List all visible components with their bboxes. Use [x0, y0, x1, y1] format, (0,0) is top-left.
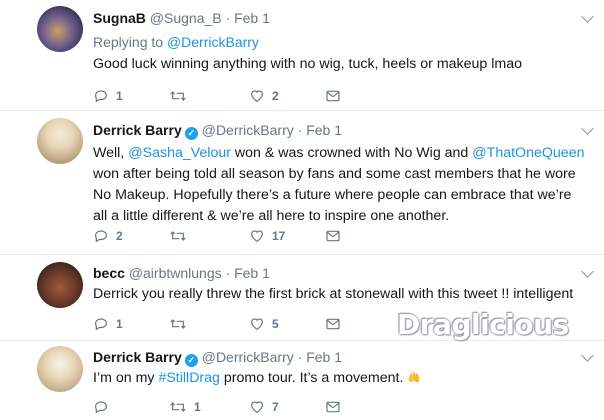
hashtag-link[interactable]: #StillDrag: [158, 370, 220, 386]
envelope-icon: [326, 230, 340, 242]
chevron-down-icon[interactable]: [581, 265, 594, 278]
dm-button[interactable]: [325, 397, 341, 415]
tweet-date[interactable]: Feb 1: [234, 10, 270, 26]
replying-to-label: Replying to: [93, 34, 167, 50]
text-line: all a little different & we’re all here …: [93, 208, 450, 224]
verified-badge-icon: ✓: [184, 354, 198, 367]
separator-dot: ·: [225, 265, 231, 281]
retweet-count: 1: [194, 399, 201, 414]
tweet-text: Derrick you really threw the first brick…: [93, 286, 574, 302]
chevron-down-icon[interactable]: [581, 122, 594, 135]
replying-to: Replying to @DerrickBarry: [93, 34, 259, 50]
author-handle[interactable]: @DerrickBarry: [202, 349, 294, 365]
envelope-icon: [326, 90, 340, 102]
avatar[interactable]: [37, 346, 83, 392]
avatar[interactable]: [37, 118, 83, 164]
divider: [0, 110, 604, 111]
reply-count: 2: [116, 228, 123, 243]
author-name[interactable]: Derrick Barry: [93, 349, 182, 365]
heart-icon: [251, 318, 263, 330]
reply-button[interactable]: [93, 397, 116, 415]
separator-dot: ·: [297, 122, 303, 138]
avatar[interactable]: [37, 262, 83, 308]
separator-dot: ·: [225, 10, 231, 26]
replying-to-mention[interactable]: @DerrickBarry: [167, 34, 259, 50]
tweet-text: Good luck winning anything with no wig, …: [93, 56, 523, 72]
divider: [0, 254, 604, 255]
like-button[interactable]: 5: [249, 314, 279, 332]
tweet-date[interactable]: Feb 1: [306, 349, 342, 365]
like-count: 7: [272, 399, 279, 414]
tweet-actions: 1 7: [93, 397, 353, 415]
heart-icon: [251, 230, 263, 242]
heart-icon: [251, 401, 263, 413]
reply-icon: [95, 401, 107, 414]
retweet-button[interactable]: [169, 314, 194, 332]
retweet-button[interactable]: [169, 226, 194, 244]
raised-hands-icon: [409, 370, 420, 383]
author-name[interactable]: SugnaB: [93, 10, 146, 26]
tweet-header: Derrick Barry ✓ @DerrickBarry · Feb 1: [93, 122, 342, 140]
mention-link[interactable]: @Sasha_Velour: [128, 145, 231, 161]
retweet-icon: [170, 318, 186, 329]
reply-button[interactable]: 1: [93, 86, 123, 104]
retweet-icon: [170, 401, 186, 412]
tweet-actions: 1 2: [93, 86, 353, 104]
chevron-down-icon[interactable]: [581, 349, 594, 362]
retweet-icon: [170, 230, 186, 241]
tweet-actions: 1 5: [93, 314, 353, 332]
text-line: won after being told all season by fans …: [93, 166, 576, 182]
reply-icon: [95, 230, 107, 243]
text-segment: I’m on my: [93, 370, 159, 386]
heart-icon: [251, 90, 263, 102]
retweet-button[interactable]: 1: [169, 397, 201, 415]
text-segment: Well,: [93, 145, 129, 161]
like-button[interactable]: 2: [249, 86, 279, 104]
tweet-actions: 2 17: [93, 226, 353, 244]
tweet-date[interactable]: Feb 1: [234, 265, 270, 281]
text-segment: won & was crowned with No Wig and: [230, 145, 473, 161]
dm-button[interactable]: [325, 226, 341, 244]
text-line: No Makeup. Hopefully there’s a future wh…: [93, 187, 572, 203]
verified-badge-icon: ✓: [184, 127, 198, 140]
reply-icon: [95, 90, 107, 103]
reply-count: 1: [116, 88, 123, 103]
reply-button[interactable]: 2: [93, 226, 123, 244]
like-count: 5: [272, 316, 279, 331]
author-handle[interactable]: @DerrickBarry: [202, 122, 294, 138]
tweet-text: I’m on my #StillDrag promo tour. It’s a …: [93, 368, 573, 389]
envelope-icon: [326, 401, 340, 413]
separator-dot: ·: [297, 349, 303, 365]
author-name[interactable]: becc: [93, 265, 125, 281]
avatar[interactable]: [37, 6, 83, 52]
dm-button[interactable]: [325, 86, 341, 104]
tweet-date[interactable]: Feb 1: [306, 122, 342, 138]
retweet-icon: [170, 90, 186, 101]
author-handle[interactable]: @airbtwnlungs: [129, 265, 222, 281]
like-button[interactable]: 17: [249, 226, 285, 244]
dm-button[interactable]: [325, 314, 341, 332]
chevron-down-icon[interactable]: [581, 10, 594, 23]
mention-link[interactable]: @ThatOneQueen: [472, 145, 584, 161]
reply-icon: [95, 318, 107, 331]
tweet-text: Well, @Sasha_Velour won & was crowned wi…: [93, 143, 593, 227]
like-button[interactable]: 7: [249, 397, 279, 415]
envelope-icon: [326, 318, 340, 330]
author-handle[interactable]: @Sugna_B: [150, 10, 222, 26]
tweet-header: Derrick Barry ✓ @DerrickBarry · Feb 1: [93, 349, 342, 367]
retweet-button[interactable]: [169, 86, 194, 104]
author-name[interactable]: Derrick Barry: [93, 122, 182, 138]
tweet-header: becc @airbtwnlungs · Feb 1: [93, 265, 270, 281]
watermark-logo: Draglicious: [397, 308, 569, 341]
like-count: 17: [272, 228, 286, 243]
reply-count: 1: [116, 316, 123, 331]
reply-button[interactable]: 1: [93, 314, 123, 332]
text-segment: promo tour. It’s a movement.: [219, 370, 404, 386]
tweet-header: SugnaB @Sugna_B · Feb 1: [93, 10, 270, 26]
like-count: 2: [272, 88, 279, 103]
